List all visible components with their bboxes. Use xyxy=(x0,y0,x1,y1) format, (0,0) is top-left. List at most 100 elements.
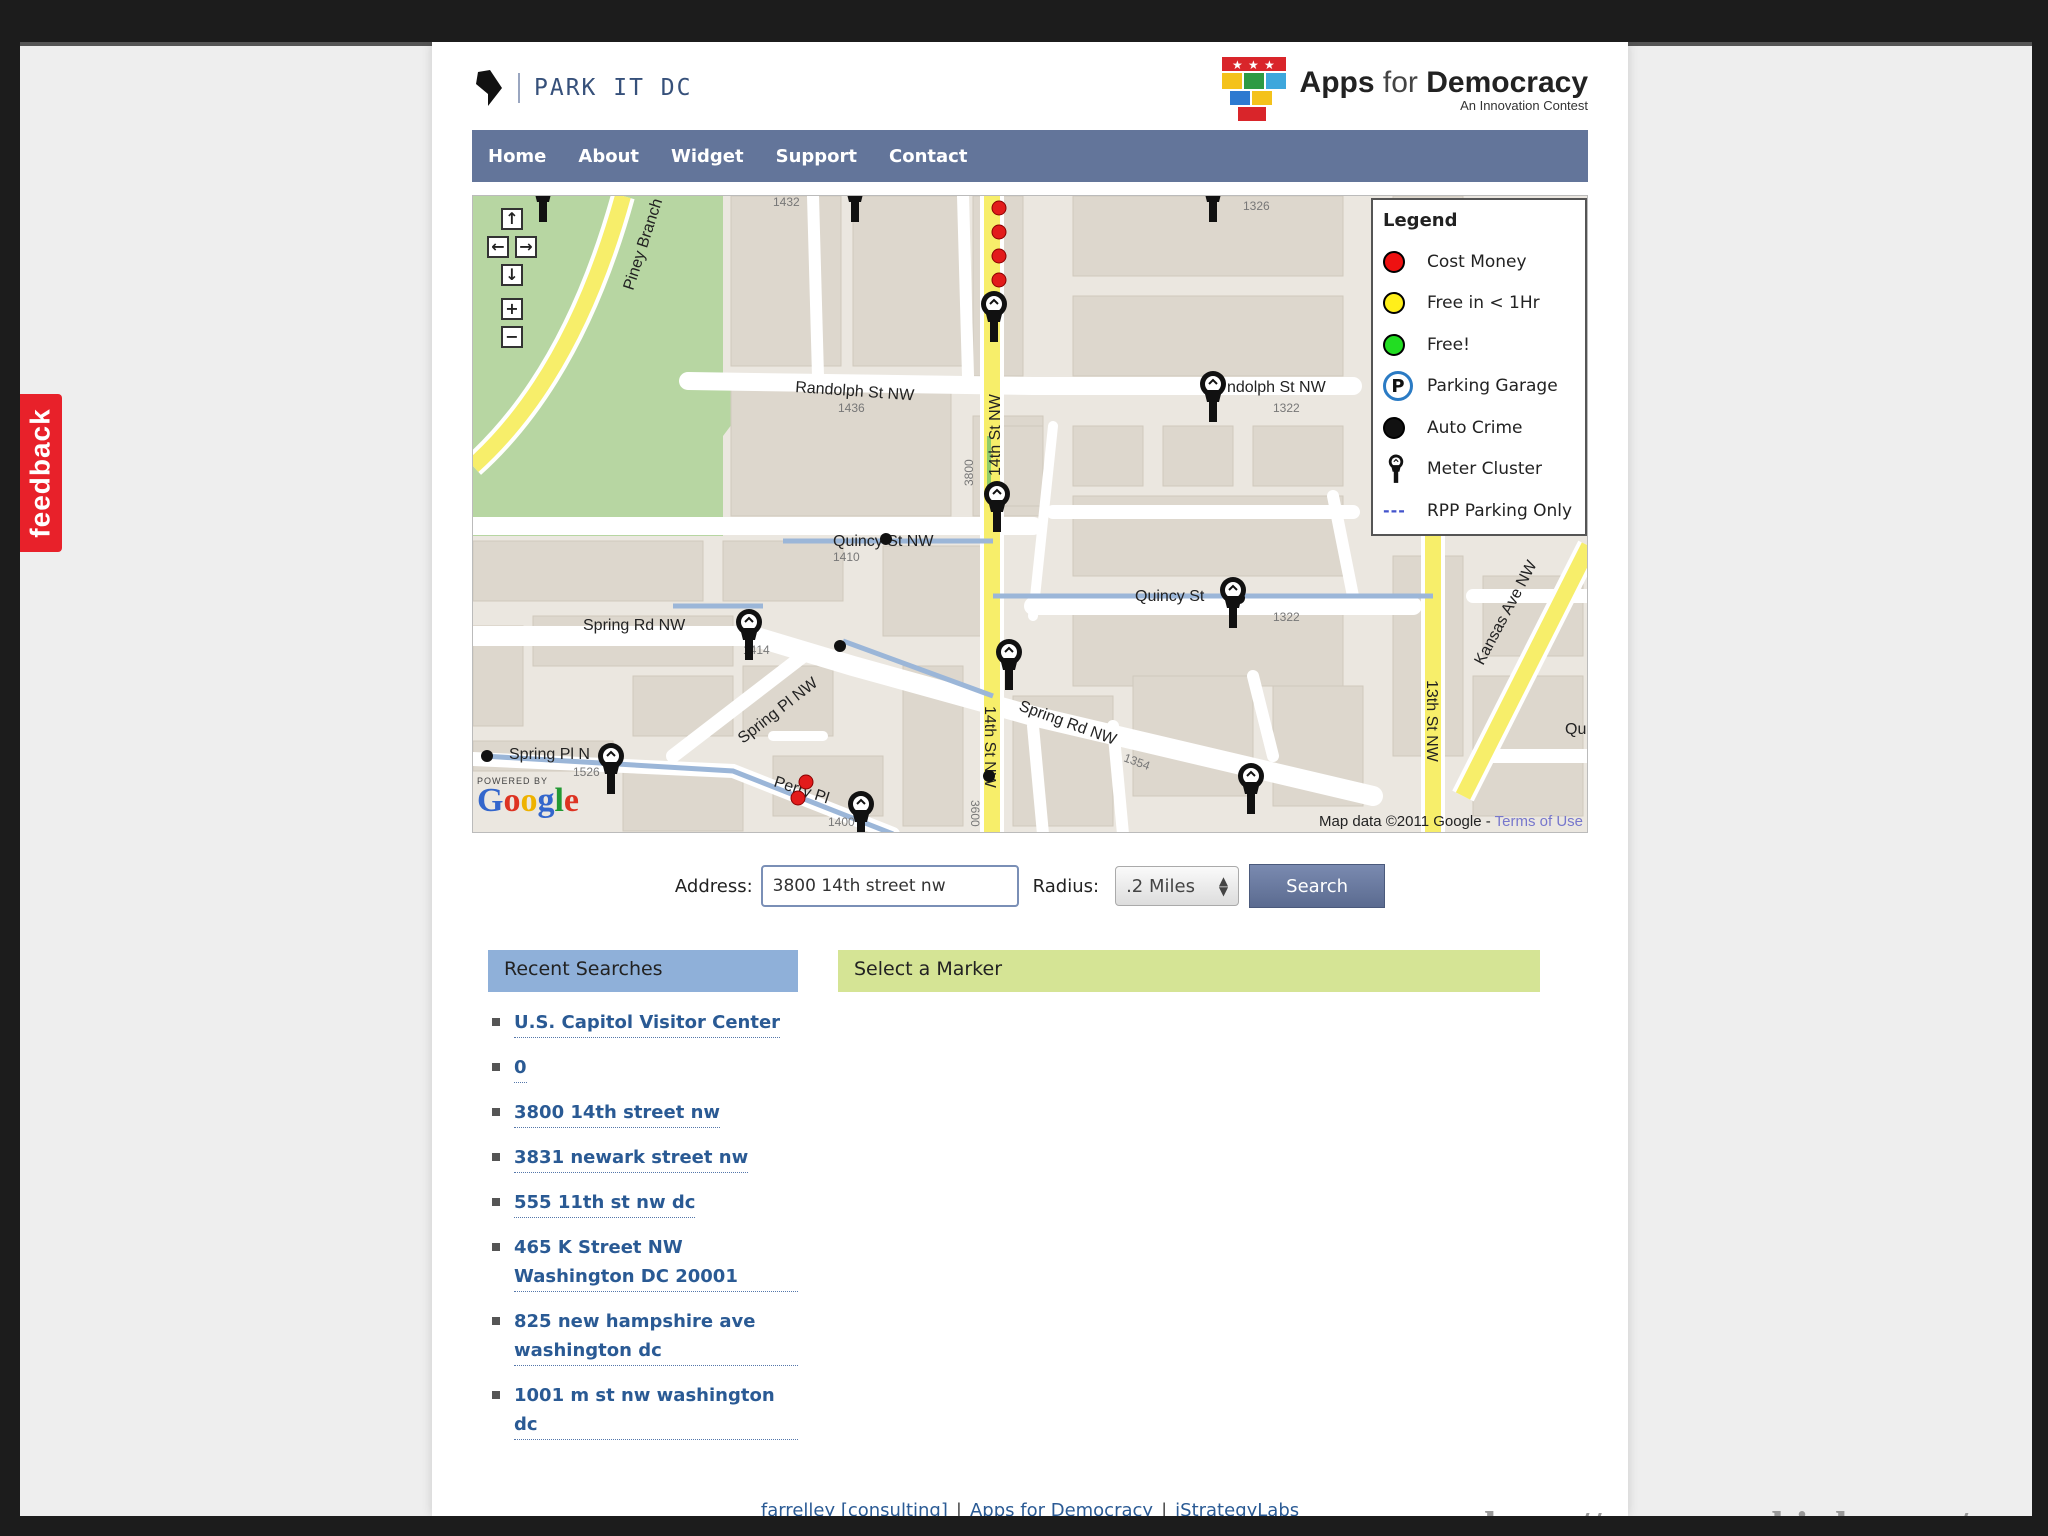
dashed-line-icon: --- xyxy=(1383,501,1406,521)
black-dot-icon xyxy=(1383,416,1405,439)
recent-search-link[interactable]: 3800 14th street nw xyxy=(514,1098,721,1128)
svg-text:1410: 1410 xyxy=(833,550,860,564)
legend-free-1hr: Free in < 1Hr xyxy=(1383,283,1575,325)
list-item: 555 11th st nw dc xyxy=(488,1188,798,1218)
bullet-icon xyxy=(492,1153,500,1161)
svg-text:1436: 1436 xyxy=(838,401,865,415)
svg-text:1432: 1432 xyxy=(773,196,800,209)
legend-parking-garage: P Parking Garage xyxy=(1383,366,1575,408)
svg-text:3600: 3600 xyxy=(968,800,982,827)
pan-up-icon[interactable]: ↑ xyxy=(501,208,523,230)
search-button[interactable]: Search xyxy=(1249,864,1386,908)
nav-support[interactable]: Support xyxy=(776,146,857,167)
svg-text:★: ★ xyxy=(1264,58,1275,72)
red-dot-icon xyxy=(1383,250,1405,273)
nav-home[interactable]: Home xyxy=(488,146,546,167)
parking-meter-icon xyxy=(1388,454,1404,484)
nav-about[interactable]: About xyxy=(578,146,639,167)
recent-searches: Recent Searches U.S. Capitol Visitor Cen… xyxy=(488,950,798,1455)
marker-info-panel: Select a Marker xyxy=(838,950,1540,992)
feedback-tab[interactable]: feedback xyxy=(20,394,62,552)
label-quincy-e: Quincy St xyxy=(1135,588,1205,605)
footer: farrelley [consulting] | Apps for Democrac… xyxy=(432,1500,1628,1516)
recent-search-link[interactable]: 825 new hampshire ave washington dc xyxy=(514,1307,798,1366)
svg-text:1326: 1326 xyxy=(1243,199,1270,213)
recent-search-link[interactable]: 3831 newark street nw xyxy=(514,1143,749,1173)
recent-search-link[interactable]: 555 11th st nw dc xyxy=(514,1188,696,1218)
bullet-icon xyxy=(492,1198,500,1206)
pan-down-icon[interactable]: ↓ xyxy=(501,264,523,286)
radius-select[interactable]: .2 Miles ▲ ▼ xyxy=(1115,866,1240,906)
dc-diamond-icon xyxy=(476,70,502,106)
partner-subtitle: An Innovation Contest xyxy=(1460,97,1588,113)
footer-link-farrelley[interactable]: farrelley [consulting] xyxy=(760,1500,948,1516)
bullet-icon xyxy=(492,1391,500,1399)
recent-search-link[interactable]: U.S. Capitol Visitor Center xyxy=(514,1008,781,1038)
label-spring-rd-w: Spring Rd NW xyxy=(583,617,686,634)
logo-divider xyxy=(518,73,520,103)
yellow-dot-icon xyxy=(1383,292,1405,315)
pan-left-icon[interactable]: ← xyxy=(487,236,509,258)
label-qu: Qu xyxy=(1565,721,1586,738)
bullet-icon xyxy=(492,1063,500,1071)
svg-text:1322: 1322 xyxy=(1273,401,1300,415)
legend-title: Legend xyxy=(1383,210,1458,231)
footer-link-istrategylabs[interactable]: iStrategyLabs xyxy=(1175,1500,1300,1516)
green-dot-icon xyxy=(1383,333,1405,356)
apps-for-democracy-logo[interactable]: ★ ★ ★ Apps for Democracy An Innovation C… xyxy=(1221,57,1588,121)
label-13th: 13th St NW xyxy=(1423,680,1440,763)
flag-blocks-icon: ★ ★ ★ xyxy=(1221,57,1286,121)
label-randolph-e: ndolph St NW xyxy=(1227,379,1327,396)
recent-searches-list: U.S. Capitol Visitor Center 0 3800 14th … xyxy=(488,1008,798,1440)
map-view[interactable]: Piney Branch P Randolph St NW ndolph St … xyxy=(472,195,1588,833)
list-item: 465 K Street NW Washington DC 20001 xyxy=(488,1233,798,1292)
google-logo[interactable]: POWERED BY Google xyxy=(477,776,579,819)
svg-text:★: ★ xyxy=(1248,58,1259,72)
list-item: U.S. Capitol Visitor Center xyxy=(488,1008,798,1038)
url-overlay: http://www.parkitdc.com/ xyxy=(1484,1502,1968,1516)
bullet-icon xyxy=(492,1317,500,1325)
pan-right-icon[interactable]: → xyxy=(515,236,537,258)
zoom-out-icon[interactable]: − xyxy=(501,326,523,348)
list-item: 3800 14th street nw xyxy=(488,1098,798,1128)
select-arrows-icon: ▲ ▼ xyxy=(1218,874,1229,898)
radius-label: Radius: xyxy=(1032,875,1100,897)
parking-garage-icon: P xyxy=(1383,371,1413,402)
recent-search-link[interactable]: 465 K Street NW Washington DC 20001 xyxy=(514,1233,798,1292)
bullet-icon xyxy=(492,1108,500,1116)
search-form: Address: Radius: .2 Miles ▲▼ Search xyxy=(432,864,1628,908)
recent-search-link[interactable]: 0 xyxy=(514,1053,527,1083)
legend-free: Free! xyxy=(1383,324,1575,366)
nav-contact[interactable]: Contact xyxy=(889,146,967,167)
list-item: 825 new hampshire ave washington dc xyxy=(488,1307,798,1366)
bullet-icon xyxy=(492,1243,500,1251)
label-14th-n: 14th St NW xyxy=(987,393,1004,476)
browser-frame: feedback PARK IT DC ★ ★ ★ Apps for Democ… xyxy=(20,42,2032,1516)
recent-search-link[interactable]: 1001 m st nw washington dc xyxy=(514,1381,798,1440)
site-logo[interactable]: PARK IT DC xyxy=(472,68,692,108)
main-nav: Home About Widget Support Contact xyxy=(472,130,1588,182)
footer-link-apps-for-democracy[interactable]: Apps for Democracy xyxy=(969,1500,1154,1516)
svg-text:3800: 3800 xyxy=(962,459,976,486)
legend-cost-money: Cost Money xyxy=(1383,241,1575,283)
label-spring-pl-w: Spring Pl N xyxy=(509,746,590,763)
google-wordmark: Google xyxy=(477,782,579,819)
list-item: 0 xyxy=(488,1053,798,1083)
legend-meter-cluster: Meter Cluster xyxy=(1383,449,1575,491)
nav-widget[interactable]: Widget xyxy=(671,146,744,167)
svg-text:1322: 1322 xyxy=(1273,610,1300,624)
map-attribution: Map data ©2011 Google - Terms of Use xyxy=(1319,813,1583,830)
svg-text:1400: 1400 xyxy=(828,815,855,829)
legend-rpp: --- RPP Parking Only xyxy=(1383,500,1573,521)
zoom-in-icon[interactable]: + xyxy=(501,298,523,320)
feedback-label: feedback xyxy=(25,408,56,538)
legend-auto-crime: Auto Crime xyxy=(1383,407,1575,449)
address-input[interactable] xyxy=(760,865,1019,907)
site-name: PARK IT DC xyxy=(534,75,693,101)
map-legend: Legend Cost Money Free in < 1Hr Free! P … xyxy=(1371,198,1587,536)
address-label: Address: xyxy=(674,875,753,897)
terms-of-use-link[interactable]: Terms of Use xyxy=(1495,813,1583,830)
page: PARK IT DC ★ ★ ★ Apps for Democracy An I… xyxy=(432,42,1628,1516)
list-item: 1001 m st nw washington dc xyxy=(488,1381,798,1440)
partner-title: Apps for Democracy xyxy=(1299,65,1588,99)
